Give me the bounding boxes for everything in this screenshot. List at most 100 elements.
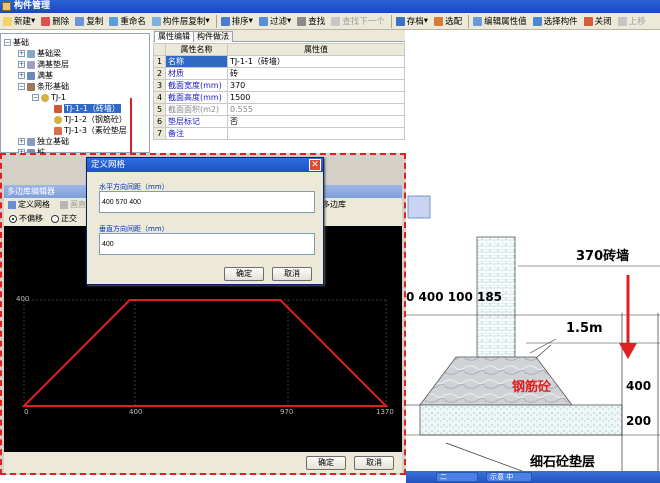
tree-item-label: 满基 <box>37 71 53 80</box>
row-number: 2 <box>153 67 166 80</box>
tree-item-label: TJ-1-3（素砼垫层 <box>64 126 127 135</box>
filter-label: 过滤 <box>269 17 287 27</box>
up-button[interactable]: 上移 <box>617 14 649 29</box>
radio-ortho-label: 正交 <box>61 214 77 223</box>
toolbar-separator <box>215 14 217 28</box>
tree-item[interactable]: + 基础梁 <box>18 48 61 59</box>
table-row[interactable]: 6 垫层标记 否 <box>153 115 405 128</box>
tree-item[interactable]: − TJ-1 <box>32 92 66 103</box>
edit-attr-button[interactable]: 编辑属性值 <box>472 14 530 29</box>
row-number: 5 <box>153 103 166 116</box>
new-button[interactable]: 新建 ▾ <box>2 14 38 29</box>
tree-item[interactable]: TJ-1-2（钢筋砼） <box>54 114 127 125</box>
copy-label: 复制 <box>86 17 104 27</box>
radio-unchecked-icon <box>51 214 59 223</box>
polygon-shape[interactable] <box>21 299 389 407</box>
row-value[interactable]: 否 <box>227 115 405 128</box>
close-icon[interactable]: ✕ <box>309 159 321 171</box>
expand-icon[interactable]: + <box>18 138 25 145</box>
beam-icon <box>27 49 35 58</box>
row-value[interactable]: 1500 <box>227 91 405 104</box>
filter-button[interactable]: 过滤 ▾ <box>258 14 294 29</box>
polygon-library-button[interactable]: 多边库 <box>322 198 346 212</box>
define-grid-title-text: 定义网格 <box>91 160 126 170</box>
sort-button[interactable]: 排序 ▾ <box>220 14 256 29</box>
x-tick-label: 0 <box>24 408 29 416</box>
tree-item-label: TJ-1-1（砖墙） <box>64 104 121 113</box>
expand-icon[interactable]: + <box>18 72 25 79</box>
row-number: 1 <box>153 55 166 68</box>
radio-no-offset[interactable]: 不偏移 <box>9 212 43 226</box>
cad-selection-box <box>407 195 431 219</box>
tab-component-method[interactable]: 构件做法 <box>193 31 233 42</box>
collapse-icon[interactable]: − <box>4 39 11 46</box>
radio-ortho[interactable]: 正交 <box>51 212 77 226</box>
plain-concrete-icon <box>54 126 62 135</box>
cushion-icon <box>27 60 35 69</box>
close-label: 关闭 <box>594 17 612 27</box>
table-row[interactable]: 5 截面面积(m2) 0.555 <box>153 103 405 116</box>
close-icon <box>583 16 593 26</box>
row-name: 截面面积(m2) <box>165 103 228 116</box>
expand-icon[interactable]: + <box>18 61 25 68</box>
new-icon <box>3 16 12 26</box>
h-spacing-input[interactable] <box>99 191 315 213</box>
toolbar-separator <box>390 14 392 28</box>
find-next-button[interactable]: 查找下一个 <box>330 14 388 29</box>
properties-tabs: 属性编辑 构件做法 <box>153 30 405 42</box>
table-row[interactable]: 7 备注 <box>153 127 405 140</box>
row-value: 0.555 <box>227 103 405 116</box>
row-value[interactable]: 370 <box>227 79 405 92</box>
collapse-icon[interactable]: − <box>32 94 39 101</box>
tree-item-selected[interactable]: TJ-1-1（砖墙） <box>54 103 121 114</box>
row-name: 截面高度(mm) <box>165 91 228 104</box>
table-row[interactable]: 2 材质 砖 <box>153 67 405 80</box>
match-button[interactable]: 选配 <box>433 14 465 29</box>
save-button[interactable]: 存档 ▾ <box>395 14 431 29</box>
tree-item[interactable]: + 满基 <box>18 70 53 81</box>
v-spacing-input[interactable] <box>99 233 315 255</box>
select-component-button[interactable]: 选择构件 <box>532 14 581 29</box>
taskbar-item[interactable]: 二 <box>436 472 478 482</box>
brick-icon <box>54 104 62 113</box>
copy-button[interactable]: 复制 <box>74 14 106 29</box>
row-value[interactable]: TJ-1-1（砖墙） <box>227 55 405 68</box>
row-value[interactable] <box>227 127 405 140</box>
find-button[interactable]: 查找 <box>296 14 328 29</box>
ok-button[interactable]: 确定 <box>306 456 346 470</box>
tree-item[interactable]: + 满基垫层 <box>18 59 69 70</box>
cushion-label: 细石砼垫层 <box>530 455 596 470</box>
raft-icon <box>27 71 35 80</box>
toolbar-separator <box>468 14 470 28</box>
tree-root[interactable]: − 基础 <box>4 37 29 48</box>
find-next-label: 查找下一个 <box>342 17 385 27</box>
cancel-button[interactable]: 取消 <box>354 456 394 470</box>
table-row[interactable]: 1 名称 TJ-1-1（砖墙） <box>153 55 405 68</box>
grid-cancel-button[interactable]: 取消 <box>272 267 312 281</box>
window-title-bar: 构件管理 <box>0 0 660 13</box>
collapse-icon[interactable]: − <box>18 83 25 90</box>
tree-item[interactable]: − 条形基础 <box>18 81 69 92</box>
row-number: 3 <box>153 79 166 92</box>
table-row[interactable]: 4 截面高度(mm) 1500 <box>153 91 405 104</box>
expand-icon[interactable]: + <box>18 50 25 57</box>
layer-copy-button[interactable]: 构件层复制 ▾ <box>151 14 213 29</box>
table-row[interactable]: 3 截面宽度(mm) 370 <box>153 79 405 92</box>
delete-button[interactable]: 删除 <box>40 14 72 29</box>
select-label: 选择构件 <box>543 17 578 27</box>
properties-table: 属性名称 属性值 1 名称 TJ-1-1（砖墙） 2 材质 砖 3 截面宽度(m… <box>153 43 405 140</box>
tab-attr-edit[interactable]: 属性编辑 <box>154 31 194 42</box>
main-toolbar: 新建 ▾ 删除 复制 重命名 构件层复制 ▾ 排序 ▾ 过滤 ▾ 查找 查找下一个 存档… <box>0 13 660 30</box>
x-tick-label: 970 <box>280 408 294 416</box>
row-name: 材质 <box>165 67 228 80</box>
define-grid-button[interactable]: 定义网格 <box>8 198 50 212</box>
rename-button[interactable]: 重命名 <box>108 14 149 29</box>
tree-item[interactable]: TJ-1-3（素砼垫层 <box>54 125 127 136</box>
row-name: 截面宽度(mm) <box>165 79 228 92</box>
tree-item-label: 独立基础 <box>37 137 69 146</box>
grid-ok-button[interactable]: 确定 <box>224 267 264 281</box>
row-value[interactable]: 砖 <box>227 67 405 80</box>
tree-item[interactable]: + 独立基础 <box>18 136 69 147</box>
taskbar-item[interactable]: 示意 中 <box>486 472 532 482</box>
close-button[interactable]: 关闭 <box>583 14 615 29</box>
